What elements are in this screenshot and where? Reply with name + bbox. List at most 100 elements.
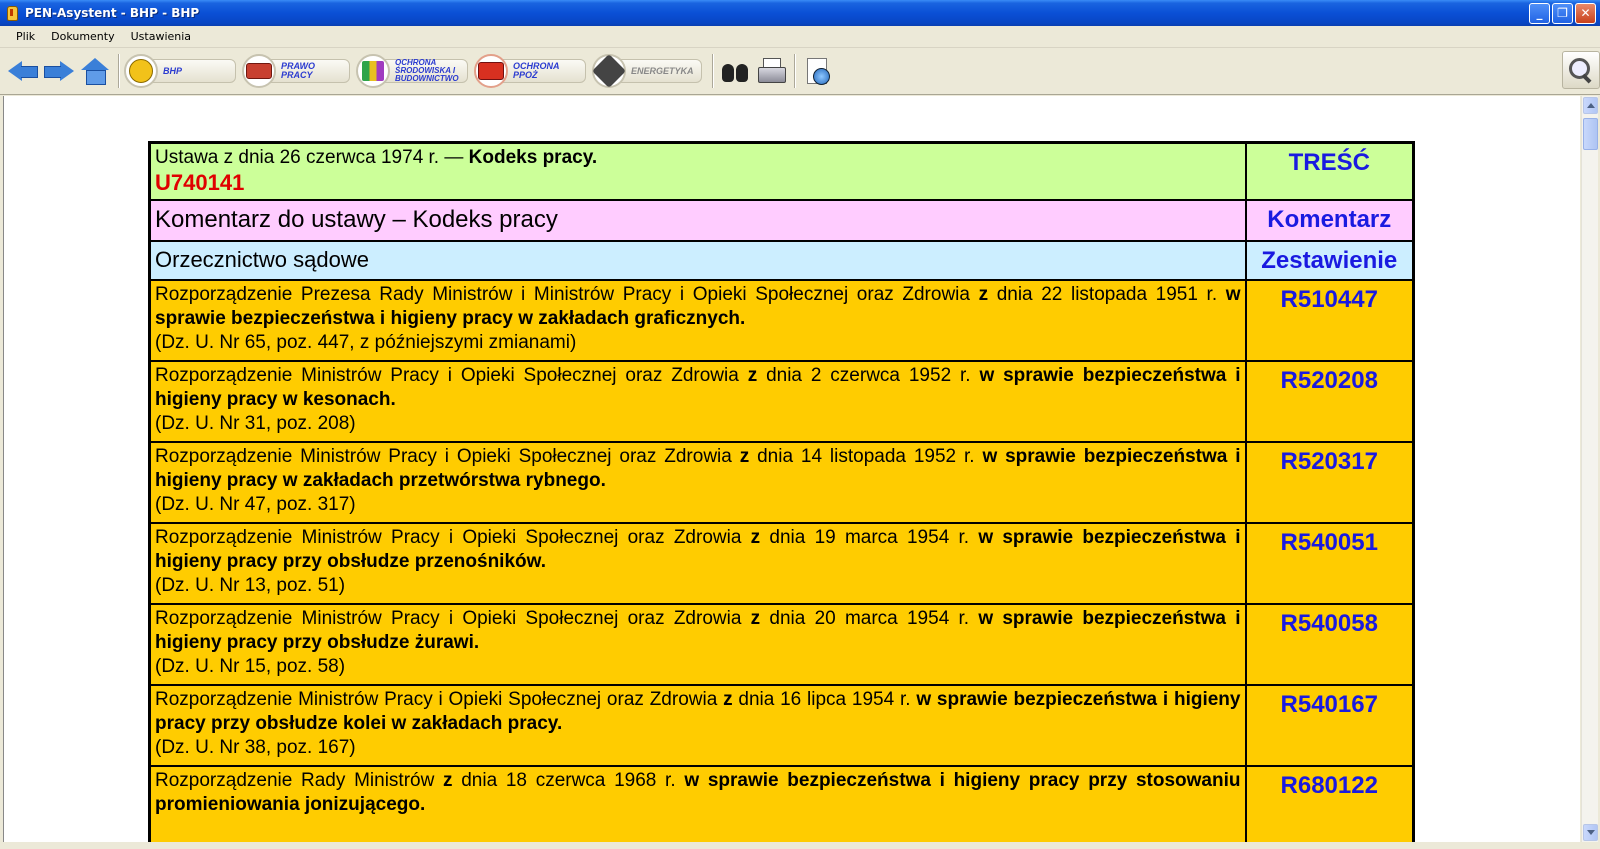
category-ochrona-button[interactable]: OCHRONA ŚRODOWISKA I BUDOWNICTWO (356, 53, 468, 89)
close-button[interactable]: ✕ (1575, 3, 1596, 24)
act-code-cell: R540058 (1244, 603, 1415, 686)
binoculars-icon (720, 58, 750, 84)
category-ochrona-label: OCHRONA ŚRODOWISKA I BUDOWNICTWO (380, 59, 468, 83)
category-bhp-button[interactable]: BHP (124, 53, 236, 89)
act-description-cell: Rozporządzenie Rady Ministrów z dnia 18 … (148, 765, 1247, 842)
act-code-link[interactable]: R540051 (1281, 526, 1378, 560)
act-description-cell: Rozporządzenie Ministrów Pracy i Opieki … (148, 684, 1247, 767)
act-code-cell: R540167 (1244, 684, 1415, 767)
ustawa-title: Ustawa z dnia 26 czerwca 1974 r. — Kodek… (155, 147, 598, 168)
tresc-link[interactable]: TREŚĆ (1289, 146, 1370, 180)
act-description-cell: Rozporządzenie Ministrów Pracy i Opieki … (148, 441, 1247, 524)
toolbar-separator (712, 54, 714, 88)
window-title: PEN-Asystent - BHP - BHP (25, 6, 200, 20)
search-button[interactable] (718, 53, 752, 89)
back-button[interactable] (6, 53, 40, 89)
environment-icon (356, 54, 390, 88)
scroll-down-button[interactable] (1583, 824, 1598, 841)
table-row: Rozporządzenie Ministrów Pracy i Opieki … (148, 684, 1415, 767)
window-controls: _ ❐ ✕ (1529, 3, 1596, 24)
act-code-link[interactable]: R540058 (1281, 607, 1378, 641)
toolbar-separator (118, 54, 120, 88)
table-row-komentarz: Komentarz do ustawy – Kodeks pracy Komen… (148, 199, 1415, 242)
menu-plik[interactable]: Plik (8, 28, 43, 45)
act-description-cell: Rozporządzenie Ministrów Pracy i Opieki … (148, 522, 1247, 605)
zestawienie-link[interactable]: Zestawienie (1261, 244, 1397, 278)
category-bhp-label: BHP (148, 59, 236, 83)
magnifier-icon (1568, 57, 1594, 83)
table-row: Rozporządzenie Ministrów Pracy i Opieki … (148, 441, 1415, 524)
table-row: Rozporządzenie Ministrów Pracy i Opieki … (148, 603, 1415, 686)
title-bar[interactable]: PEN-Asystent - BHP - BHP _ ❐ ✕ (0, 0, 1600, 26)
scroll-up-button[interactable] (1583, 97, 1598, 114)
document-globe-icon (804, 57, 830, 85)
komentarz-link-cell: Komentarz (1244, 199, 1415, 242)
category-energetyka-button[interactable]: ENERGETYKA (592, 53, 702, 89)
menu-bar: Plik Dokumenty Ustawienia (0, 26, 1600, 48)
komentarz-link[interactable]: Komentarz (1267, 203, 1391, 237)
act-description-cell: Rozporządzenie Ministrów Pracy i Opieki … (148, 603, 1247, 686)
act-description-cell: Rozporządzenie Ministrów Pracy i Opieki … (148, 360, 1247, 443)
category-energetyka-label: ENERGETYKA (616, 59, 702, 83)
act-code-cell: R520317 (1244, 441, 1415, 524)
chevron-up-icon (1586, 103, 1595, 108)
category-prawo-pracy-label: PRAWO PRACY (266, 59, 350, 83)
category-ppoz-label: OCHRONA PPOŻ (498, 59, 586, 83)
act-publication: (Dz. U. Nr 15, poz. 58) (155, 656, 346, 677)
scroll-thumb[interactable] (1583, 118, 1598, 150)
act-title: Rozporządzenie Ministrów Pracy i Opieki … (155, 365, 1241, 410)
table-row-ustawa: Ustawa z dnia 26 czerwca 1974 r. — Kodek… (148, 141, 1415, 201)
export-button[interactable] (800, 53, 834, 89)
app-icon[interactable] (4, 5, 20, 21)
act-title: Rozporządzenie Ministrów Pracy i Opieki … (155, 446, 1241, 491)
category-prawo-pracy-button[interactable]: PRAWO PRACY (242, 53, 350, 89)
act-title: Rozporządzenie Ministrów Pracy i Opieki … (155, 689, 1241, 734)
minimize-button[interactable]: _ (1529, 3, 1550, 24)
vertical-scrollbar[interactable] (1581, 96, 1598, 842)
act-publication: (Dz. U. Nr 31, poz. 208) (155, 413, 356, 434)
table-row-orzecznictwo: Orzecznictwo sądowe Zestawienie (148, 240, 1415, 281)
act-publication: (Dz. U. Nr 65, poz. 447, z późniejszymi … (155, 332, 577, 353)
acts-table: Ustawa z dnia 26 czerwca 1974 r. — Kodek… (148, 141, 1415, 842)
toolbar-separator (794, 54, 796, 88)
table-row: Rozporządzenie Ministrów Pracy i Opieki … (148, 360, 1415, 443)
act-code-cell: R540051 (1244, 522, 1415, 605)
act-code-link[interactable]: R540167 (1281, 688, 1378, 722)
act-code-link[interactable]: R520208 (1281, 364, 1378, 398)
act-code-cell: R510447 (1244, 279, 1415, 362)
document-viewport[interactable]: Ustawa z dnia 26 czerwca 1974 r. — Kodek… (3, 96, 1580, 842)
act-code-cell: R680122 (1244, 765, 1415, 842)
chevron-down-icon (1586, 830, 1595, 835)
close-icon: ✕ (1580, 6, 1591, 20)
orzecznictwo-text: Orzecznictwo sądowe (155, 247, 369, 272)
komentarz-cell: Komentarz do ustawy – Kodeks pracy (148, 199, 1247, 242)
zoom-button[interactable] (1562, 51, 1600, 89)
act-code-link[interactable]: R680122 (1281, 769, 1378, 803)
home-button[interactable] (78, 53, 112, 89)
act-publication: (Dz. U. Nr 13, poz. 51) (155, 575, 346, 596)
safety-worker-icon (124, 54, 158, 88)
act-code-cell: R520208 (1244, 360, 1415, 443)
energy-icon (592, 54, 626, 88)
ustawa-code: U740141 (155, 170, 245, 195)
restore-icon: ❐ (1557, 6, 1568, 20)
orzecznictwo-cell: Orzecznictwo sądowe (148, 240, 1247, 281)
category-ppoz-button[interactable]: OCHRONA PPOŻ (474, 53, 586, 89)
act-title: Rozporządzenie Rady Ministrów z dnia 18 … (155, 770, 1241, 815)
act-code-link[interactable]: R510447 (1281, 283, 1378, 317)
act-title: Rozporządzenie Prezesa Rady Ministrów i … (155, 284, 1241, 329)
act-publication: (Dz. U. Nr 38, poz. 167) (155, 737, 356, 758)
maximize-button[interactable]: ❐ (1552, 3, 1573, 24)
act-description-cell: Rozporządzenie Prezesa Rady Ministrów i … (148, 279, 1247, 362)
ustawa-link-cell: TREŚĆ (1244, 141, 1415, 201)
status-strip (0, 842, 1600, 849)
act-title: Rozporządzenie Ministrów Pracy i Opieki … (155, 608, 1241, 653)
act-title: Rozporządzenie Ministrów Pracy i Opieki … (155, 527, 1241, 572)
menu-ustawienia[interactable]: Ustawienia (123, 28, 199, 45)
menu-dokumenty[interactable]: Dokumenty (43, 28, 122, 45)
print-button[interactable] (754, 53, 788, 89)
printer-icon (756, 57, 786, 85)
forward-button[interactable] (42, 53, 76, 89)
act-code-link[interactable]: R520317 (1281, 445, 1378, 479)
table-row: Rozporządzenie Ministrów Pracy i Opieki … (148, 522, 1415, 605)
